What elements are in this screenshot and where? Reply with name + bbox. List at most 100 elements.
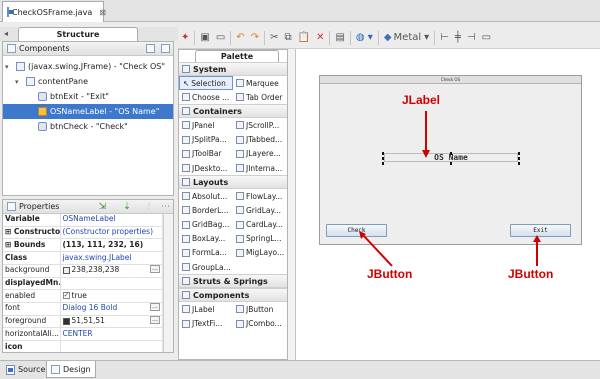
palette-item-absolute-layout[interactable]: Absolut... <box>179 189 233 203</box>
palette-category-struts-springs[interactable]: Struts & Springs <box>179 274 287 289</box>
palette-item-card-layout[interactable]: CardLay... <box>233 218 287 232</box>
palette-item-tab-order[interactable]: Tab Order <box>233 90 287 104</box>
property-value[interactable] <box>60 277 163 291</box>
structure-tab[interactable]: Structure <box>18 27 138 41</box>
palette-item-form-layout[interactable]: FormLa... <box>179 246 233 260</box>
collapse-left-icon[interactable]: ◂ <box>4 29 8 38</box>
property-row[interactable]: horizontalAli... CENTER <box>3 327 163 342</box>
property-value[interactable]: Dialog 16 Bold… <box>60 302 163 316</box>
source-tab[interactable]: Source <box>2 361 49 378</box>
property-row[interactable]: displayedMn... <box>3 277 163 291</box>
undo-icon[interactable]: ▭ <box>213 30 228 46</box>
property-value[interactable]: 51,51,51… <box>60 315 163 329</box>
property-value[interactable]: CENTER <box>60 327 163 342</box>
preview-icon[interactable]: ◍ ▾ <box>353 30 376 46</box>
redo-arrow-icon[interactable]: ↷ <box>248 30 262 46</box>
edit-ellipsis-button[interactable]: … <box>150 265 160 274</box>
palette-item-jtextfield[interactable]: JTextFi... <box>179 316 233 330</box>
color-swatch-icon <box>62 317 70 325</box>
palette-category-layouts[interactable]: Layouts <box>179 175 287 190</box>
palette-item-border-layout[interactable]: BorderL... <box>179 203 233 217</box>
palette-item-jscrollpane[interactable]: JScrollP... <box>233 118 287 132</box>
palette-item-jtabbedpane[interactable]: JTabbed... <box>233 133 287 147</box>
palette-item-grid-layout[interactable]: GridLay... <box>233 203 287 217</box>
show-events-icon[interactable]: ⇲ <box>99 202 107 212</box>
delete-icon[interactable]: ✕ <box>313 30 327 46</box>
property-row[interactable]: icon <box>3 340 163 352</box>
property-value[interactable] <box>60 340 163 352</box>
tree-node-jframe[interactable]: ▾ (javax.swing.JFrame) - "Check OS" <box>3 59 173 74</box>
property-value[interactable]: (Constructor properties) <box>60 226 163 240</box>
palette-category-containers[interactable]: Containers <box>179 104 287 119</box>
toggle-source-icon[interactable]: ▣ <box>197 30 212 46</box>
palette-item-marquee[interactable]: Marquee <box>233 76 287 90</box>
layout-icon[interactable]: ▤ <box>332 30 347 46</box>
property-row[interactable]: background 238,238,238… <box>3 264 163 278</box>
tree-node-contentpane[interactable]: ▾ contentPane <box>3 74 173 89</box>
undo-arrow-icon[interactable]: ↶ <box>233 30 247 46</box>
enabled-checkbox[interactable] <box>62 290 70 301</box>
palette-item-group-layout[interactable]: GroupLa... <box>179 260 233 274</box>
test-gui-icon[interactable]: ✦ <box>178 30 192 46</box>
palette-item-jinternalframe[interactable]: JInterna... <box>233 161 287 175</box>
collapse-all-icon[interactable] <box>161 44 170 53</box>
palette-item-jlabel[interactable]: JLabel <box>179 302 233 316</box>
property-value[interactable]: 238,238,238… <box>60 264 163 278</box>
palette-item-jsplitpane[interactable]: JSplitPa... <box>179 133 233 147</box>
property-row[interactable]: Variable OSNameLabel <box>3 214 163 227</box>
expand-all-icon[interactable] <box>146 44 155 53</box>
palette-item-jpanel[interactable]: JPanel <box>179 118 233 132</box>
palette-item-box-layout[interactable]: BoxLay... <box>179 232 233 246</box>
property-row[interactable]: ⊞ Bounds (113, 111, 232, 16) <box>3 238 163 253</box>
layout-icon <box>236 234 244 243</box>
palette-category-components[interactable]: Components <box>179 288 287 303</box>
palette-item-choose[interactable]: Choose ... <box>179 90 233 104</box>
align-right-icon[interactable]: ⊣ <box>464 30 479 46</box>
properties-scrollbar[interactable] <box>163 214 173 352</box>
property-row[interactable]: ⊞ Constructor (Constructor properties) <box>3 226 163 240</box>
edit-ellipsis-button[interactable]: … <box>150 303 160 312</box>
properties-menu-icon[interactable]: ⋯ <box>161 202 170 212</box>
palette-item-mig-layout[interactable]: MigLayo... <box>233 246 287 260</box>
align-center-icon[interactable]: ╪ <box>452 30 464 46</box>
align-left-icon[interactable]: ⊢ <box>437 30 452 46</box>
palette-tab[interactable]: Palette <box>195 50 279 62</box>
show-advanced-icon[interactable]: ⫶ <box>148 202 150 212</box>
paste-icon[interactable]: 📋 <box>295 30 313 46</box>
palette-item-jbutton[interactable]: JButton <box>233 302 287 316</box>
more-alignment-icon[interactable]: ▭ <box>479 30 494 46</box>
close-tab-icon[interactable]: ⊠ <box>99 8 106 17</box>
palette-item-gridbag-layout[interactable]: GridBag... <box>179 218 233 232</box>
copy-icon[interactable]: ⧉ <box>281 30 294 46</box>
property-value[interactable]: OSNameLabel <box>60 214 163 227</box>
palette-category-system[interactable]: System <box>179 62 287 76</box>
property-row[interactable]: Class javax.swing.JLabel <box>3 251 163 265</box>
property-value[interactable]: true <box>60 289 163 303</box>
property-value[interactable]: (113, 111, 232, 16) <box>60 238 163 253</box>
palette-item-jdesktoppane[interactable]: JDeskto... <box>179 161 233 175</box>
layout-icon <box>236 248 244 257</box>
palette-item-jcombobox[interactable]: JCombo... <box>233 316 287 330</box>
palette-item-jtoolbar[interactable]: JToolBar <box>179 147 233 161</box>
property-row[interactable]: enabledtrue <box>3 289 163 303</box>
tree-node-btnexit[interactable]: btnExit - "Exit" <box>3 89 173 104</box>
palette-scrollbar[interactable] <box>287 49 295 360</box>
exit-arrowhead <box>533 235 541 242</box>
palette-item-selection[interactable]: ↖ Selection <box>179 76 233 91</box>
design-tab[interactable]: Design <box>46 361 96 378</box>
cut-icon[interactable]: ✂ <box>267 30 281 46</box>
palette-item-flow-layout[interactable]: FlowLay... <box>233 189 287 203</box>
tree-node-btncheck[interactable]: btnCheck - "Check" <box>3 119 173 134</box>
property-row[interactable]: font Dialog 16 Bold… <box>3 302 163 316</box>
goto-definition-icon[interactable]: ⇣ <box>123 202 131 212</box>
palette-item-jlayeredpane[interactable]: JLayere... <box>233 147 287 161</box>
look-and-feel-dropdown[interactable]: ◆ Metal ▾ <box>381 30 432 46</box>
edit-ellipsis-button[interactable]: … <box>150 316 160 325</box>
palette-item-spring-layout[interactable]: SpringL... <box>233 232 287 246</box>
expand-arrow-icon[interactable]: ▾ <box>15 78 23 86</box>
look-and-feel-label: Metal <box>393 32 422 43</box>
editor-tab[interactable]: CheckOSFrame.java ⊠ <box>2 1 106 22</box>
property-row[interactable]: foreground 51,51,51… <box>3 315 163 329</box>
tree-node-osnamelabel[interactable]: OSNameLabel - "OS Name" <box>3 104 173 119</box>
expand-arrow-icon[interactable]: ▾ <box>5 63 13 71</box>
